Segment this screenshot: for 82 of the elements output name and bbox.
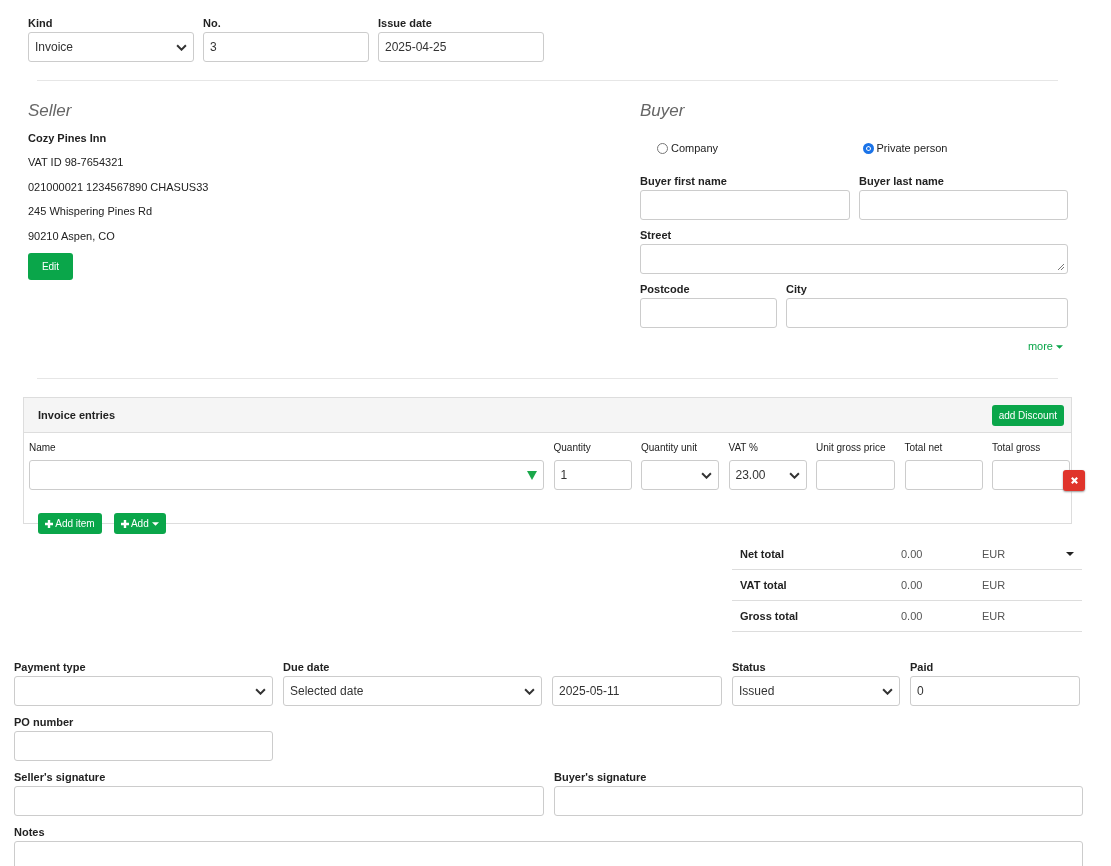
column-header: Quantity bbox=[553, 442, 592, 453]
input-field[interactable]: 2025-05-11 bbox=[552, 676, 722, 706]
combo-field[interactable] bbox=[29, 460, 544, 490]
input-field[interactable] bbox=[640, 190, 850, 220]
input-field[interactable]: 0 bbox=[910, 676, 1080, 706]
column-header: Name bbox=[29, 442, 57, 453]
field-label: Kind bbox=[28, 16, 54, 31]
field-label: Buyer's signature bbox=[554, 770, 648, 785]
chevron-down-icon bbox=[788, 471, 800, 479]
seller-detail: 90210 Aspen, CO bbox=[28, 228, 116, 244]
column-header: Total gross bbox=[992, 442, 1042, 453]
seller-detail: 245 Whispering Pines Rd bbox=[28, 204, 154, 219]
section-heading: Buyer bbox=[640, 101, 686, 121]
column-header: Unit gross price bbox=[816, 442, 887, 453]
plus-icon bbox=[120, 520, 129, 528]
input-field[interactable] bbox=[14, 786, 544, 816]
triangle-down-icon bbox=[527, 470, 537, 480]
input-field[interactable] bbox=[859, 190, 1068, 220]
field-label: Seller's signature bbox=[14, 770, 107, 785]
radio-icon[interactable] bbox=[862, 142, 874, 154]
select-field[interactable]: 23.00 bbox=[728, 460, 807, 490]
input-field[interactable]: 2025-04-25 bbox=[378, 32, 544, 62]
field-label: PO number bbox=[14, 715, 75, 730]
currency: EUR bbox=[982, 610, 1006, 622]
seller-detail: VAT ID 98-7654321 bbox=[28, 155, 125, 170]
field-label: Payment type bbox=[14, 660, 87, 675]
field-label: Due date bbox=[283, 660, 331, 675]
chevron-down-icon bbox=[524, 687, 535, 695]
total-amount: 0.00 bbox=[901, 579, 924, 591]
field-label: Buyer last name bbox=[859, 174, 945, 189]
field-label: Postcode bbox=[640, 282, 691, 297]
seller-name: Cozy Pines Inn bbox=[28, 131, 108, 146]
total-label: Gross total bbox=[739, 610, 800, 622]
panel-title: Invoice entries bbox=[38, 409, 116, 421]
chevron-down-icon bbox=[882, 687, 893, 695]
field-label: Issue date bbox=[378, 16, 433, 31]
field-label: Buyer first name bbox=[640, 174, 728, 189]
input-field[interactable] bbox=[14, 841, 1083, 866]
input-field[interactable] bbox=[640, 298, 777, 328]
textarea-field[interactable] bbox=[640, 244, 1068, 274]
input-field[interactable] bbox=[816, 460, 895, 490]
input-field[interactable] bbox=[786, 298, 1068, 328]
close-icon bbox=[1069, 476, 1079, 485]
total-label: VAT total bbox=[739, 579, 788, 591]
chevron-down-icon bbox=[176, 43, 187, 51]
column-header: Total net bbox=[904, 442, 944, 453]
input-field[interactable]: 3 bbox=[203, 32, 369, 62]
select-field[interactable]: Selected date bbox=[283, 676, 542, 706]
field-label: No. bbox=[203, 16, 222, 31]
column-header: VAT % bbox=[728, 442, 759, 453]
input-field[interactable] bbox=[992, 460, 1070, 490]
field-label: Notes bbox=[14, 825, 46, 840]
seller-detail: 021000021 1234567890 CHASUS33 bbox=[28, 179, 210, 195]
currency: EUR bbox=[982, 548, 1006, 560]
total-label: Net total bbox=[739, 548, 785, 560]
select-field[interactable] bbox=[641, 460, 719, 490]
currency: EUR bbox=[982, 579, 1006, 591]
field-label: Status bbox=[732, 660, 767, 675]
caret-icon bbox=[1056, 345, 1063, 350]
column-header: Quantity unit bbox=[641, 442, 699, 453]
select-field[interactable] bbox=[14, 676, 273, 706]
caret-icon[interactable] bbox=[1066, 552, 1074, 556]
field-label: Paid bbox=[910, 660, 935, 675]
plus-icon bbox=[45, 520, 53, 528]
radio-option[interactable]: Company bbox=[657, 142, 863, 154]
field-label: Street bbox=[640, 228, 673, 243]
delete-button[interactable] bbox=[1063, 470, 1085, 491]
total-amount: 0.00 bbox=[901, 548, 924, 560]
select-field[interactable]: Issued bbox=[732, 676, 900, 706]
section-heading: Seller bbox=[28, 101, 73, 121]
caret-icon bbox=[151, 522, 159, 527]
resize-grip-icon bbox=[1057, 263, 1065, 271]
chevron-down-icon bbox=[701, 471, 712, 479]
field-label: City bbox=[786, 282, 808, 297]
input-field[interactable]: 1 bbox=[553, 460, 632, 490]
select-field[interactable]: Invoice bbox=[28, 32, 194, 62]
input-field[interactable] bbox=[554, 786, 1083, 816]
input-field[interactable] bbox=[14, 731, 273, 761]
radio-option[interactable]: Private person bbox=[862, 142, 1068, 154]
total-amount: 0.00 bbox=[901, 610, 924, 622]
input-field[interactable] bbox=[904, 460, 983, 490]
chevron-down-icon bbox=[255, 687, 266, 695]
